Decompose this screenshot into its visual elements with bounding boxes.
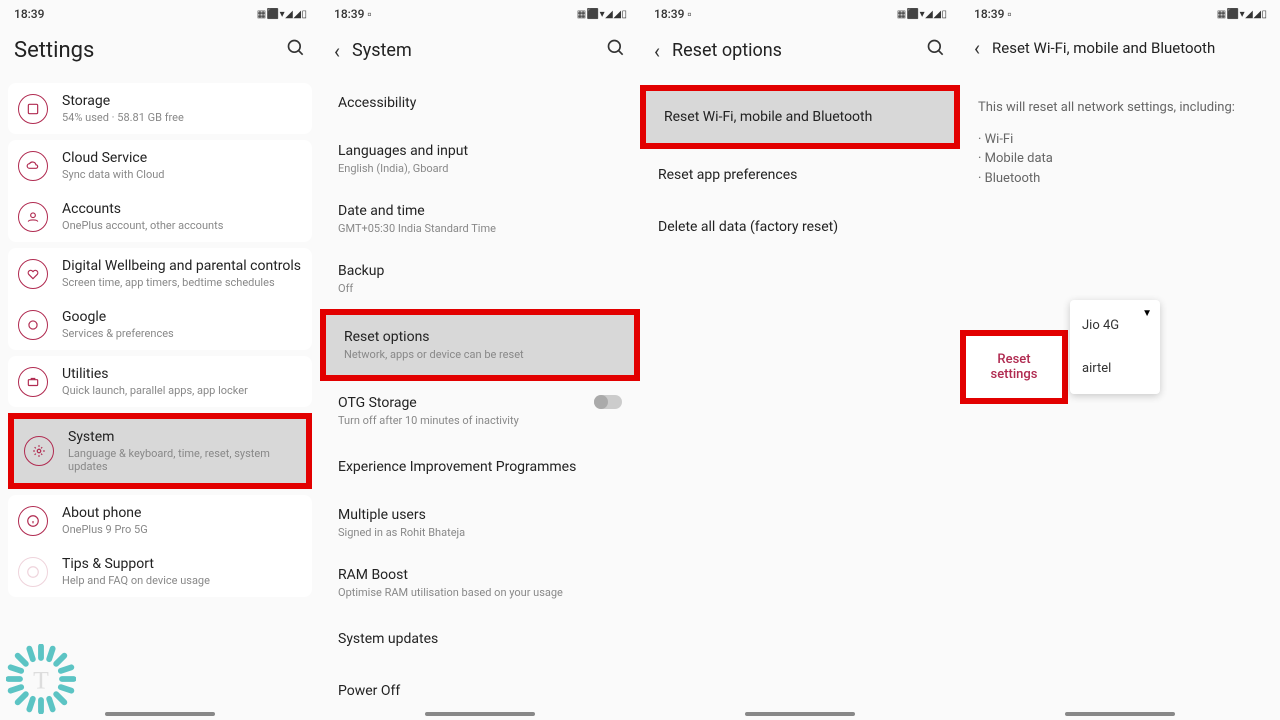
sim-option-airtel[interactable]: airtel [1070,347,1160,390]
phone-reset-wifi: 18:39 ▫ ▦ ⬛ ▾ ◢ ◢ ▯ ‹ Reset Wi-Fi, mobil… [960,0,1280,720]
heart-icon [18,259,48,289]
back-icon[interactable]: ‹ [334,41,340,61]
gear-icon [18,310,48,340]
reset-description: This will reset all network settings, in… [960,72,1280,130]
item-about[interactable]: About phoneOnePlus 9 Pro 5G [8,495,312,546]
item-storage[interactable]: Storage54% used · 58.81 GB free [8,83,312,134]
header: ‹ System [320,28,640,77]
item-system-updates[interactable]: System updates [320,613,640,665]
settings-list: Storage54% used · 58.81 GB free Cloud Se… [0,77,320,720]
sim-dropdown[interactable]: ▼ Jio 4G airtel [1070,300,1160,394]
nav-handle[interactable] [105,712,215,716]
phone-reset-options: 18:39 ▫ ▦ ⬛ ▾ ◢ ◢ ▯ ‹ Reset options Rese… [640,0,960,720]
status-time: 18:39 ▫ [334,7,372,21]
system-list: Accessibility Languages and inputEnglish… [320,77,640,720]
highlighted-system: SystemLanguage & keyboard, time, reset, … [8,413,312,489]
item-power-off[interactable]: Power Off [320,665,640,717]
item-reset-options[interactable]: Reset optionsNetwork, apps or device can… [326,315,634,375]
storage-icon [18,94,48,124]
help-icon [18,557,48,587]
highlighted-reset-wifi: Reset Wi-Fi, mobile and Bluetooth [640,85,960,149]
item-utilities[interactable]: UtilitiesQuick launch, parallel apps, ap… [8,356,312,407]
reset-wifi-content: This will reset all network settings, in… [960,72,1280,720]
item-ram-boost[interactable]: RAM BoostOptimise RAM utilisation based … [320,553,640,613]
item-languages[interactable]: Languages and inputEnglish (India), Gboa… [320,129,640,189]
svg-text:T: T [33,665,49,694]
phone-settings: 18:39 ▦ ⬛ ▾ ◢ ◢ ▯ Settings Storage54% us… [0,0,320,720]
otg-toggle[interactable] [594,395,622,409]
status-icons: ▦ ⬛ ▾ ◢ ◢ ▯ [257,9,306,20]
status-icons: ▦ ⬛ ▾ ◢ ◢ ▯ [897,9,946,20]
search-icon[interactable] [286,38,306,63]
briefcase-icon [18,367,48,397]
nav-handle[interactable] [425,712,535,716]
status-bar: 18:39 ▫ ▦ ⬛ ▾ ◢ ◢ ▯ [960,0,1280,28]
header: ‹ Reset Wi-Fi, mobile and Bluetooth [960,28,1280,72]
status-bar: 18:39 ▫ ▦ ⬛ ▾ ◢ ◢ ▯ [640,0,960,28]
nav-handle[interactable] [1065,712,1175,716]
item-reset-app-prefs[interactable]: Reset app preferences [640,149,960,201]
reset-settings-button[interactable]: Reset settings [960,330,1068,404]
page-title: Settings [14,38,274,63]
search-icon[interactable] [606,38,626,63]
item-multiple-users[interactable]: Multiple usersSigned in as Rohit Bhateja [320,493,640,553]
item-backup[interactable]: BackupOff [320,249,640,309]
user-icon [18,202,48,232]
status-time: 18:39 ▫ [974,7,1012,21]
info-icon [18,506,48,536]
header: Settings [0,28,320,77]
status-icons: ▦ ⬛ ▾ ◢ ◢ ▯ [577,9,626,20]
highlighted-reset-options: Reset optionsNetwork, apps or device can… [320,309,640,381]
item-system[interactable]: SystemLanguage & keyboard, time, reset, … [14,419,306,483]
status-time: 18:39 [14,7,44,21]
nav-handle[interactable] [745,712,855,716]
reset-bullets: · Wi-Fi · Mobile data · Bluetooth [960,130,1280,189]
phone-system: 18:39 ▫ ▦ ⬛ ▾ ◢ ◢ ▯ ‹ System Accessibili… [320,0,640,720]
chevron-down-icon: ▼ [1142,308,1152,319]
status-time: 18:39 ▫ [654,7,692,21]
back-icon[interactable]: ‹ [654,41,660,61]
item-date-time[interactable]: Date and timeGMT+05:30 India Standard Ti… [320,189,640,249]
page-title: Reset Wi-Fi, mobile and Bluetooth [992,39,1266,57]
status-bar: 18:39 ▦ ⬛ ▾ ◢ ◢ ▯ [0,0,320,28]
item-wellbeing[interactable]: Digital Wellbeing and parental controlsS… [8,248,312,299]
item-accessibility[interactable]: Accessibility [320,77,640,129]
cloud-icon [18,151,48,181]
back-icon[interactable]: ‹ [974,38,980,58]
item-reset-wifi[interactable]: Reset Wi-Fi, mobile and Bluetooth [646,91,954,143]
item-accounts[interactable]: AccountsOnePlus account, other accounts [8,191,312,242]
reset-list: Reset Wi-Fi, mobile and Bluetooth Reset … [640,77,960,720]
page-title: Reset options [672,40,914,61]
settings-icon [24,436,54,466]
item-factory-reset[interactable]: Delete all data (factory reset) [640,201,960,253]
watermark-logo: T [6,644,76,714]
item-otg-storage[interactable]: OTG StorageTurn off after 10 minutes of … [320,381,640,441]
item-experience[interactable]: Experience Improvement Programmes [320,441,640,493]
status-icons: ▦ ⬛ ▾ ◢ ◢ ▯ [1217,9,1266,20]
item-cloud[interactable]: Cloud ServiceSync data with Cloud [8,140,312,191]
status-bar: 18:39 ▫ ▦ ⬛ ▾ ◢ ◢ ▯ [320,0,640,28]
header: ‹ Reset options [640,28,960,77]
item-google[interactable]: GoogleServices & preferences [8,299,312,350]
search-icon[interactable] [926,38,946,63]
item-tips[interactable]: Tips & SupportHelp and FAQ on device usa… [8,546,312,597]
page-title: System [352,40,594,61]
